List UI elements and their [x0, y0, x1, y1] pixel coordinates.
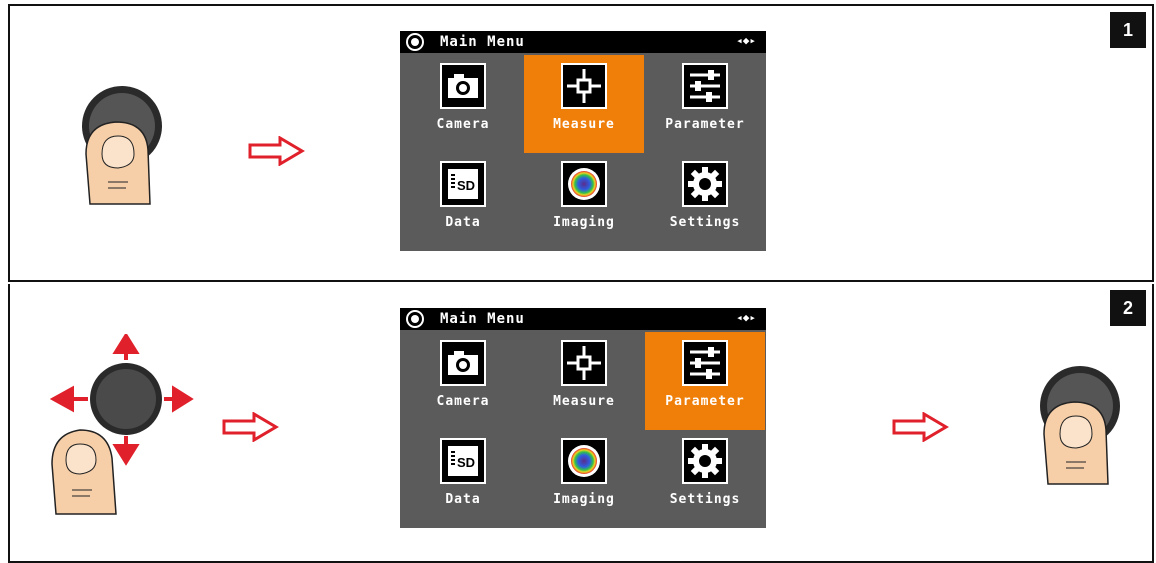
camera-icon	[440, 340, 486, 386]
gear-icon	[682, 438, 728, 484]
menu-item-label: Camera	[436, 394, 490, 409]
svg-text:SD: SD	[457, 178, 475, 193]
menu-item-data[interactable]: SD Data	[403, 430, 523, 528]
menu-item-label: Imaging	[553, 215, 615, 230]
thumb-press-joystick-icon	[82, 86, 162, 205]
menu-item-measure[interactable]: Measure	[524, 332, 644, 430]
thumb-press-joystick-icon	[1040, 366, 1120, 485]
camera-icon	[440, 63, 486, 109]
menu-item-label: Measure	[553, 394, 615, 409]
record-icon	[406, 33, 424, 51]
sd-card-icon: SD	[440, 438, 486, 484]
menu-title: Main Menu	[440, 311, 525, 327]
svg-text:SD: SD	[457, 455, 475, 470]
menu-item-label: Parameter	[665, 117, 745, 132]
menu-item-label: Settings	[669, 215, 741, 230]
menu-item-label: Data	[445, 492, 481, 507]
menu-item-label: Measure	[553, 117, 615, 132]
measure-crosshair-icon	[561, 63, 607, 109]
right-arrow-icon	[892, 412, 949, 442]
record-icon	[406, 310, 424, 328]
parameter-sliders-icon	[682, 63, 728, 109]
sd-card-icon: SD	[440, 161, 486, 207]
menu-item-camera[interactable]: Camera	[403, 55, 523, 153]
menu-item-camera[interactable]: Camera	[403, 332, 523, 430]
parameter-sliders-icon	[682, 340, 728, 386]
gear-icon	[682, 161, 728, 207]
navigation-indicator-icon: ◂◆▸	[736, 34, 756, 47]
menu-item-label: Data	[445, 215, 481, 230]
menu-item-settings[interactable]: Settings	[645, 153, 765, 251]
menu-item-label: Camera	[436, 117, 490, 132]
right-arrow-icon	[222, 412, 279, 442]
menu-item-measure[interactable]: Measure	[524, 55, 644, 153]
color-wheel-icon	[561, 438, 607, 484]
right-arrow-icon	[248, 136, 305, 166]
joystick-navigate-icon	[50, 334, 194, 515]
menu-titlebar: Main Menu ◂◆▸	[400, 31, 766, 53]
step-2-panel: 2 Main Menu ◂◆▸ Camera Measure Parameter SD…	[8, 284, 1154, 563]
menu-titlebar: Main Menu ◂◆▸	[400, 308, 766, 330]
device-screen: Main Menu ◂◆▸ Camera Measure Parameter SD Da…	[400, 31, 766, 251]
menu-item-imaging[interactable]: Imaging	[524, 153, 644, 251]
navigation-indicator-icon: ◂◆▸	[736, 311, 756, 324]
menu-item-parameter[interactable]: Parameter	[645, 55, 765, 153]
step-number-badge: 2	[1110, 290, 1146, 326]
color-wheel-icon	[561, 161, 607, 207]
menu-title: Main Menu	[440, 34, 525, 50]
device-screen: Main Menu ◂◆▸ Camera Measure Parameter SD Da…	[400, 308, 766, 528]
menu-item-label: Imaging	[553, 492, 615, 507]
step-number-badge: 1	[1110, 12, 1146, 48]
menu-item-label: Parameter	[665, 394, 745, 409]
menu-item-settings[interactable]: Settings	[645, 430, 765, 528]
measure-crosshair-icon	[561, 340, 607, 386]
menu-item-parameter[interactable]: Parameter	[645, 332, 765, 430]
menu-item-imaging[interactable]: Imaging	[524, 430, 644, 528]
step-1-panel: 1 Main Menu ◂◆▸ Camera Measure Parameter SD…	[8, 4, 1154, 282]
menu-item-data[interactable]: SD Data	[403, 153, 523, 251]
menu-item-label: Settings	[669, 492, 741, 507]
